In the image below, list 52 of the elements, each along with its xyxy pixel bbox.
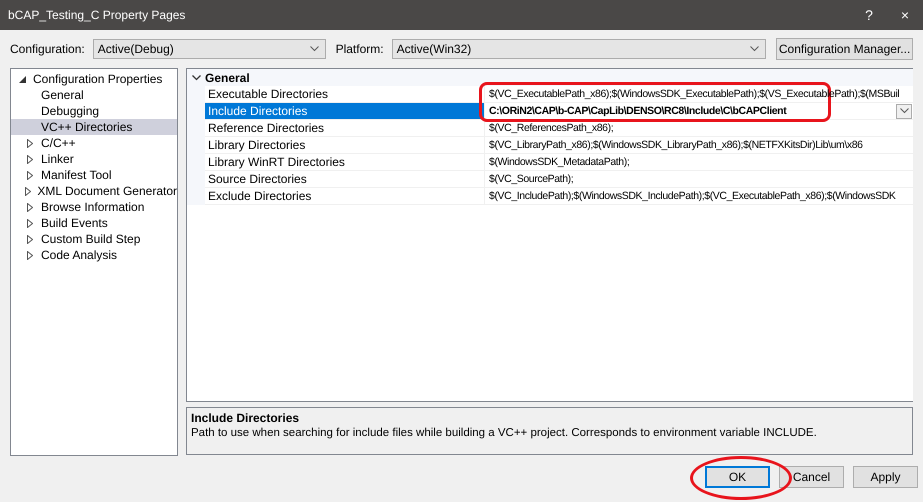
property-value[interactable]: $(VC_IncludePath);$(WindowsSDK_IncludePath);$(VC_ExecutablePath_x86);$(WindowsSDK	[489, 190, 913, 202]
property-value[interactable]: $(WindowsSDK_MetadataPath);	[489, 156, 913, 168]
configuration-label: Configuration:	[10, 42, 85, 56]
tree-item[interactable]: Configuration Properties	[11, 71, 177, 87]
tree-item[interactable]: C/C++	[11, 135, 177, 151]
tree-item[interactable]: Build Events	[11, 215, 177, 231]
tree-item[interactable]: Code Analysis	[11, 247, 177, 263]
collapsed-triangle-icon[interactable]	[27, 202, 33, 212]
expanded-triangle-icon[interactable]	[18, 76, 26, 82]
property-name[interactable]: Exclude Directories	[205, 188, 485, 205]
help-button[interactable]: ?	[851, 7, 887, 23]
dialog-button[interactable]: Apply	[853, 466, 918, 488]
platform-label: Platform:	[336, 42, 384, 56]
platform-dropdown[interactable]: Active(Win32)	[392, 39, 766, 59]
tree-item[interactable]: General	[11, 87, 177, 103]
property-name[interactable]: Include Directories	[205, 103, 485, 120]
dropdown-button[interactable]	[896, 104, 912, 118]
tree-item[interactable]: Browse Information	[11, 199, 177, 215]
property-value[interactable]: $(VC_LibraryPath_x86);$(WindowsSDK_LibraryPath_x86);$(NETFXKitsDir)Lib\um\x86	[489, 139, 913, 151]
collapsed-triangle-icon[interactable]	[27, 234, 33, 244]
collapsed-triangle-icon[interactable]	[27, 170, 33, 180]
chevron-down-icon	[750, 46, 760, 52]
property-name[interactable]: Library Directories	[205, 137, 485, 154]
tree-item[interactable]: Manifest Tool	[11, 167, 177, 183]
chevron-down-icon	[900, 108, 908, 114]
property-name[interactable]: Reference Directories	[205, 120, 485, 137]
configuration-manager-button[interactable]: Configuration Manager...	[776, 38, 913, 60]
chevron-down-icon[interactable]	[192, 74, 200, 80]
window-title: bCAP_Testing_C Property Pages	[8, 8, 186, 22]
property-value[interactable]: $(VC_SourcePath);	[489, 173, 913, 185]
tree-item[interactable]: Custom Build Step	[11, 231, 177, 247]
tree-item[interactable]: XML Document Generator	[11, 183, 177, 199]
property-name[interactable]: Source Directories	[205, 171, 485, 188]
property-value[interactable]: C:\ORiN2\CAP\b-CAP\CapLib\DENSO\RC8\Include\C\bCAPClient	[489, 105, 896, 117]
configuration-dropdown[interactable]: Active(Debug)	[92, 39, 326, 59]
close-button[interactable]: ×	[887, 7, 923, 23]
collapsed-triangle-icon[interactable]	[27, 138, 33, 148]
collapsed-triangle-icon[interactable]	[25, 186, 32, 196]
description-title: Include Directories	[191, 411, 300, 425]
dialog-button[interactable]: Cancel	[779, 466, 844, 488]
chevron-down-icon	[310, 46, 319, 52]
property-name[interactable]: Library WinRT Directories	[205, 154, 485, 171]
property-value[interactable]: $(VC_ReferencesPath_x86);	[489, 122, 913, 134]
tree-item[interactable]: VC++ Directories	[11, 119, 177, 135]
category-label: General	[205, 70, 250, 84]
collapsed-triangle-icon[interactable]	[27, 218, 33, 228]
dialog-button[interactable]: OK	[705, 466, 770, 488]
description-text: Path to use when searching for include files while building a VC++ project. Corresponds to environment variable INCLUDE.	[191, 427, 818, 439]
tree-item[interactable]: Linker	[11, 151, 177, 167]
collapsed-triangle-icon[interactable]	[27, 250, 33, 260]
tree-item[interactable]: Debugging	[11, 103, 177, 119]
collapsed-triangle-icon[interactable]	[27, 154, 33, 164]
